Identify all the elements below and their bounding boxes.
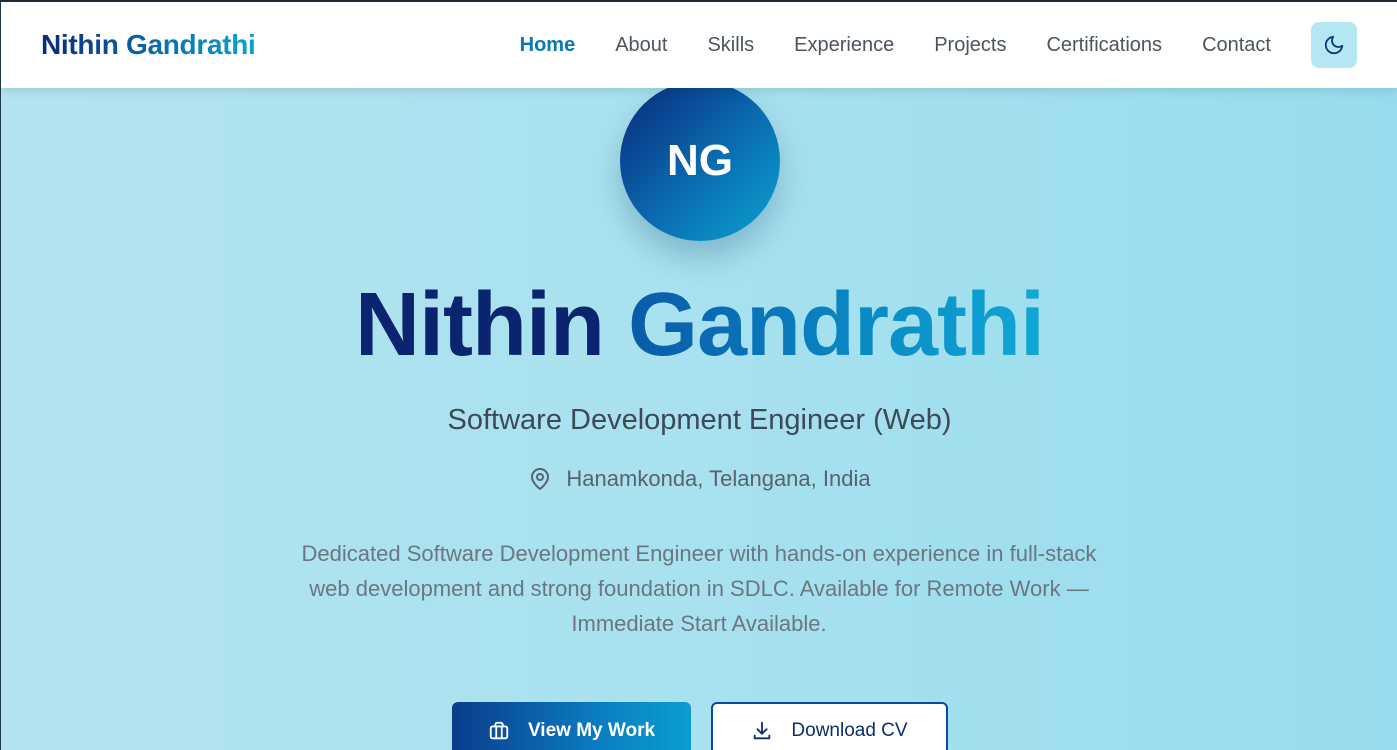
hero-description: Dedicated Software Development Engineer …	[301, 541, 1097, 636]
nav-link-projects[interactable]: Projects	[934, 34, 1006, 57]
nav-link-certifications[interactable]: Certifications	[1046, 34, 1162, 57]
nav-link-contact[interactable]: Contact	[1202, 34, 1271, 57]
download-icon	[754, 721, 771, 740]
hero-section: NG Nithin Gandrathi Software Development…	[1, 81, 1397, 750]
view-my-work-button[interactable]: View My Work	[452, 702, 691, 750]
hero-last-name: Gandrathi	[627, 275, 1045, 375]
nav-link-home[interactable]: Home	[520, 34, 576, 57]
map-pin-icon	[531, 468, 550, 490]
view-my-work-label: View My Work	[527, 720, 656, 741]
hero-name: Nithin Gandrathi	[1, 276, 1397, 375]
brand-logo[interactable]: Nithin Gandrathi	[41, 29, 256, 61]
theme-toggle-button[interactable]	[1311, 22, 1357, 68]
nav-link-experience[interactable]: Experience	[794, 34, 894, 57]
nav-link-skills[interactable]: Skills	[707, 34, 754, 57]
hero-location: Hanamkonda, Telangana, India	[1, 466, 1397, 492]
nav-links: Home About Skills Experience Projects Ce…	[520, 22, 1358, 68]
hero-role: Software Development Engineer (Web)	[447, 404, 952, 436]
download-cv-button[interactable]: Download CV	[711, 702, 948, 750]
briefcase-icon	[489, 721, 509, 740]
avatar: NG	[620, 81, 780, 241]
nav-link-about[interactable]: About	[615, 34, 667, 57]
download-cv-label: Download CV	[791, 720, 908, 741]
hero-first-name: Nithin	[355, 275, 605, 375]
avatar-initials: NG	[667, 136, 733, 185]
navbar: Nithin Gandrathi Home About Skills Exper…	[1, 0, 1397, 88]
moon-icon	[1324, 35, 1344, 55]
location-text: Hanamkonda, Telangana, India	[566, 466, 871, 491]
